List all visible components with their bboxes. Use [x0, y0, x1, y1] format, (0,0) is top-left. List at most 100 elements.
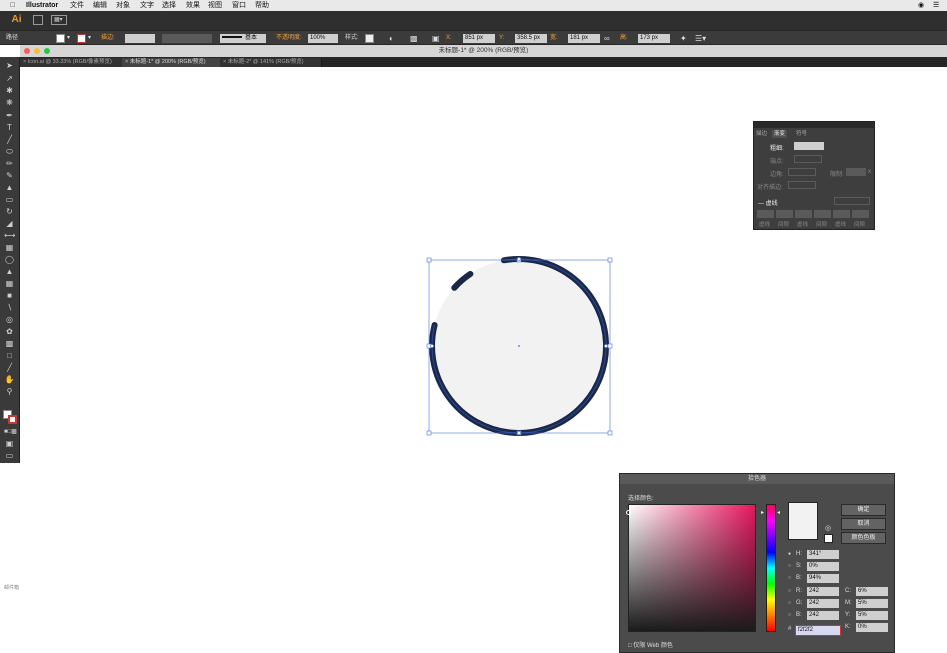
color-value-field[interactable]: 0%	[856, 623, 888, 632]
color-model-radio[interactable]: ○	[788, 563, 791, 569]
menu-help[interactable]: 帮助	[255, 0, 269, 11]
color-model-radio[interactable]: ●	[788, 551, 791, 557]
handle-top-left[interactable]	[426, 257, 432, 263]
free-transform-icon[interactable]: ▦	[4, 243, 15, 253]
pencil-icon[interactable]: ✎	[4, 171, 15, 181]
handle-bottom-left[interactable]	[426, 430, 432, 436]
shape-builder-icon[interactable]: ◯	[4, 255, 15, 265]
menu-window[interactable]: 窗口	[232, 0, 246, 11]
stroke-weight-field[interactable]	[125, 34, 155, 43]
pen-tool-icon[interactable]: ✒	[4, 111, 15, 121]
handle-bottom-right[interactable]	[607, 430, 613, 436]
stroke-swatch[interactable]	[77, 34, 86, 43]
out-of-gamut-icon[interactable]: ◎	[825, 524, 831, 532]
transform-icon[interactable]: ✦	[680, 34, 687, 43]
color-value-field[interactable]: 242	[807, 587, 839, 596]
dash-field[interactable]	[833, 210, 850, 218]
color-swatches-button[interactable]: 颜色色板	[841, 532, 886, 544]
dash-align-buttons[interactable]	[834, 197, 870, 205]
menu-list-icon[interactable]: ☰	[933, 0, 939, 11]
hue-slider[interactable]	[766, 504, 776, 632]
menu-file[interactable]: 文件	[70, 0, 84, 11]
bridge-icon[interactable]	[33, 15, 43, 25]
menu-object[interactable]: 对象	[116, 0, 130, 11]
tab-icon-doc[interactable]: × Icon.ai @ 33.33% (RGB/像素预览)	[20, 58, 126, 67]
dashed-checkbox[interactable]: — 虚线	[758, 198, 778, 207]
ellipse-tool-icon[interactable]: ⬭	[4, 147, 15, 157]
line-tool-icon[interactable]: ╱	[4, 135, 15, 145]
tab-stroke[interactable]: 描边	[756, 130, 767, 138]
zoom-window-icon[interactable]	[44, 48, 50, 54]
handle-top-right[interactable]	[607, 257, 613, 263]
anchor-right[interactable]	[604, 344, 608, 348]
color-value-field[interactable]: 5%	[856, 599, 888, 608]
color-model-radio[interactable]: ○	[788, 600, 791, 606]
hex-field[interactable]: f2f2f2	[795, 625, 841, 636]
color-mode-icon[interactable]: ■□▩	[4, 427, 17, 437]
mesh-tool-icon[interactable]: ▦	[4, 279, 15, 289]
reference-point-icon[interactable]: ▣	[432, 34, 440, 43]
status-icon[interactable]: ◉	[918, 0, 924, 11]
opacity-field[interactable]: 100%	[308, 34, 338, 43]
color-value-field[interactable]: 242	[807, 611, 839, 620]
color-model-radio[interactable]: ○	[788, 575, 791, 581]
artboard-tool-icon[interactable]: □	[4, 351, 15, 361]
limit-field[interactable]	[846, 168, 866, 176]
menu-edit[interactable]: 编辑	[93, 0, 107, 11]
close-window-icon[interactable]	[24, 48, 30, 54]
web-safe-swatch[interactable]	[824, 534, 833, 543]
dash-field[interactable]	[776, 210, 793, 218]
color-value-field[interactable]: 242	[807, 599, 839, 608]
tab-untitled-2[interactable]: × 未标题-2* @ 141% (RGB/预览)	[220, 58, 322, 67]
color-selector-ring[interactable]	[626, 510, 631, 515]
eraser-icon[interactable]: ▭	[4, 195, 15, 205]
x-field[interactable]: 851 px	[463, 34, 495, 43]
anchor-top[interactable]	[517, 257, 521, 261]
cancel-button[interactable]: 取消	[841, 518, 886, 530]
menu-effect[interactable]: 效果	[186, 0, 200, 11]
ok-button[interactable]: 确定	[841, 504, 886, 516]
anchor-bottom[interactable]	[517, 431, 521, 435]
color-model-radio[interactable]: ○	[788, 612, 791, 618]
tab-symbols[interactable]: 符号	[796, 130, 807, 138]
weight-field[interactable]	[794, 142, 824, 150]
web-colors-only-checkbox[interactable]: □ 仅限 Web 颜色	[628, 640, 673, 649]
slice-tool-icon[interactable]: ╱	[4, 363, 15, 373]
stroke-color-swatch[interactable]	[8, 415, 17, 424]
graphic-style-swatch[interactable]	[365, 34, 374, 43]
zoom-tool-icon[interactable]: ⚲	[4, 387, 15, 397]
panel-drag-bar[interactable]	[754, 122, 874, 128]
recolor-icon[interactable]: ◐	[389, 34, 394, 43]
blend-tool-icon[interactable]: ◎	[4, 315, 15, 325]
saturation-brightness-field[interactable]	[628, 504, 756, 632]
arrange-docs-icon[interactable]: ▦▾	[51, 15, 67, 25]
dash-field[interactable]	[814, 210, 831, 218]
link-icon[interactable]: ∞	[604, 34, 610, 43]
width-field[interactable]: 181 px	[568, 34, 600, 43]
align-grid-icon[interactable]: ▩	[410, 34, 418, 43]
handle-right[interactable]	[607, 343, 613, 349]
perspective-grid-icon[interactable]: ▲	[4, 267, 15, 277]
symbol-sprayer-icon[interactable]: ✿	[4, 327, 15, 337]
variable-width-profile[interactable]	[162, 34, 212, 43]
rotate-tool-icon[interactable]: ↻	[4, 207, 15, 217]
color-value-field[interactable]: 94%	[807, 574, 839, 583]
type-tool-icon[interactable]: T	[4, 123, 15, 133]
menu-type[interactable]: 文字	[140, 0, 154, 11]
menu-view[interactable]: 视图	[208, 0, 222, 11]
draw-mode-icon[interactable]: ▣	[4, 439, 15, 449]
width-tool-icon[interactable]: ⟷	[4, 231, 15, 241]
minimize-window-icon[interactable]	[34, 48, 40, 54]
color-value-field[interactable]: 6%	[856, 587, 888, 596]
column-graph-icon[interactable]: ▩	[4, 339, 15, 349]
hand-tool-icon[interactable]: ✋	[4, 375, 15, 385]
menu-select[interactable]: 选择	[162, 0, 176, 11]
screen-mode-icon[interactable]: ▭	[4, 451, 15, 461]
brush-definition[interactable]: 基本	[220, 34, 266, 43]
scale-tool-icon[interactable]: ◢	[4, 219, 15, 229]
fill-swatch[interactable]	[56, 34, 65, 43]
menu-app-name[interactable]: Illustrator	[26, 0, 58, 11]
align-stroke-buttons[interactable]	[788, 181, 816, 189]
height-field[interactable]: 173 px	[638, 34, 670, 43]
cap-buttons[interactable]	[794, 155, 822, 163]
